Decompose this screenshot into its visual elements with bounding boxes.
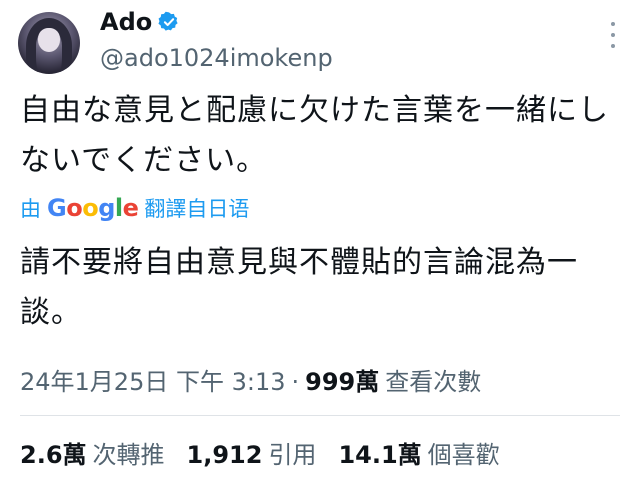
avatar[interactable] <box>18 12 80 74</box>
more-vertical-icon[interactable] <box>610 22 616 48</box>
meta-separator: · <box>291 368 300 396</box>
translation-prefix: 由 <box>20 197 41 221</box>
quotes-label: 引用 <box>268 441 317 469</box>
more-dot <box>611 22 615 26</box>
more-dot <box>611 44 615 48</box>
quotes-stat[interactable]: 1,912 引用 <box>187 435 317 470</box>
tweet-meta: 24年1月25日 下午 3:13 · 999萬 查看次數 <box>20 362 481 397</box>
engagement-stats: 2.6萬 次轉推 1,912 引用 14.1萬 個喜歡 <box>20 435 500 470</box>
more-dot <box>611 33 615 37</box>
avatar-face <box>38 28 60 52</box>
translation-attribution[interactable]: 由 Google 翻譯自日语 <box>20 193 249 223</box>
likes-count: 14.1萬 <box>338 441 422 469</box>
translation-suffix: 翻譯自日语 <box>144 197 250 221</box>
retweets-label: 次轉推 <box>92 441 165 469</box>
author-display-name[interactable]: Ado <box>100 8 152 36</box>
author-name-row: Ado <box>100 8 180 36</box>
author-handle[interactable]: @ado1024imokenp <box>100 44 333 72</box>
divider <box>20 415 620 416</box>
retweets-count: 2.6萬 <box>20 441 87 469</box>
google-logo: Google <box>47 194 139 222</box>
retweets-stat[interactable]: 2.6萬 次轉推 <box>20 435 165 470</box>
verified-badge-icon <box>158 11 180 33</box>
views-label: 查看次數 <box>385 368 482 396</box>
translated-text: 請不要將自由意見與不體貼的言論混為一談。 <box>20 245 578 330</box>
likes-label: 個喜歡 <box>427 441 500 469</box>
tweet-text: 自由な意見と配慮に欠けた言葉を一緒にしないでください。 <box>20 93 609 178</box>
views-count: 999萬 <box>305 368 380 396</box>
timestamp[interactable]: 24年1月25日 下午 3:13 <box>20 362 286 397</box>
likes-stat[interactable]: 14.1萬 個喜歡 <box>338 435 499 470</box>
quotes-count: 1,912 <box>186 441 263 469</box>
